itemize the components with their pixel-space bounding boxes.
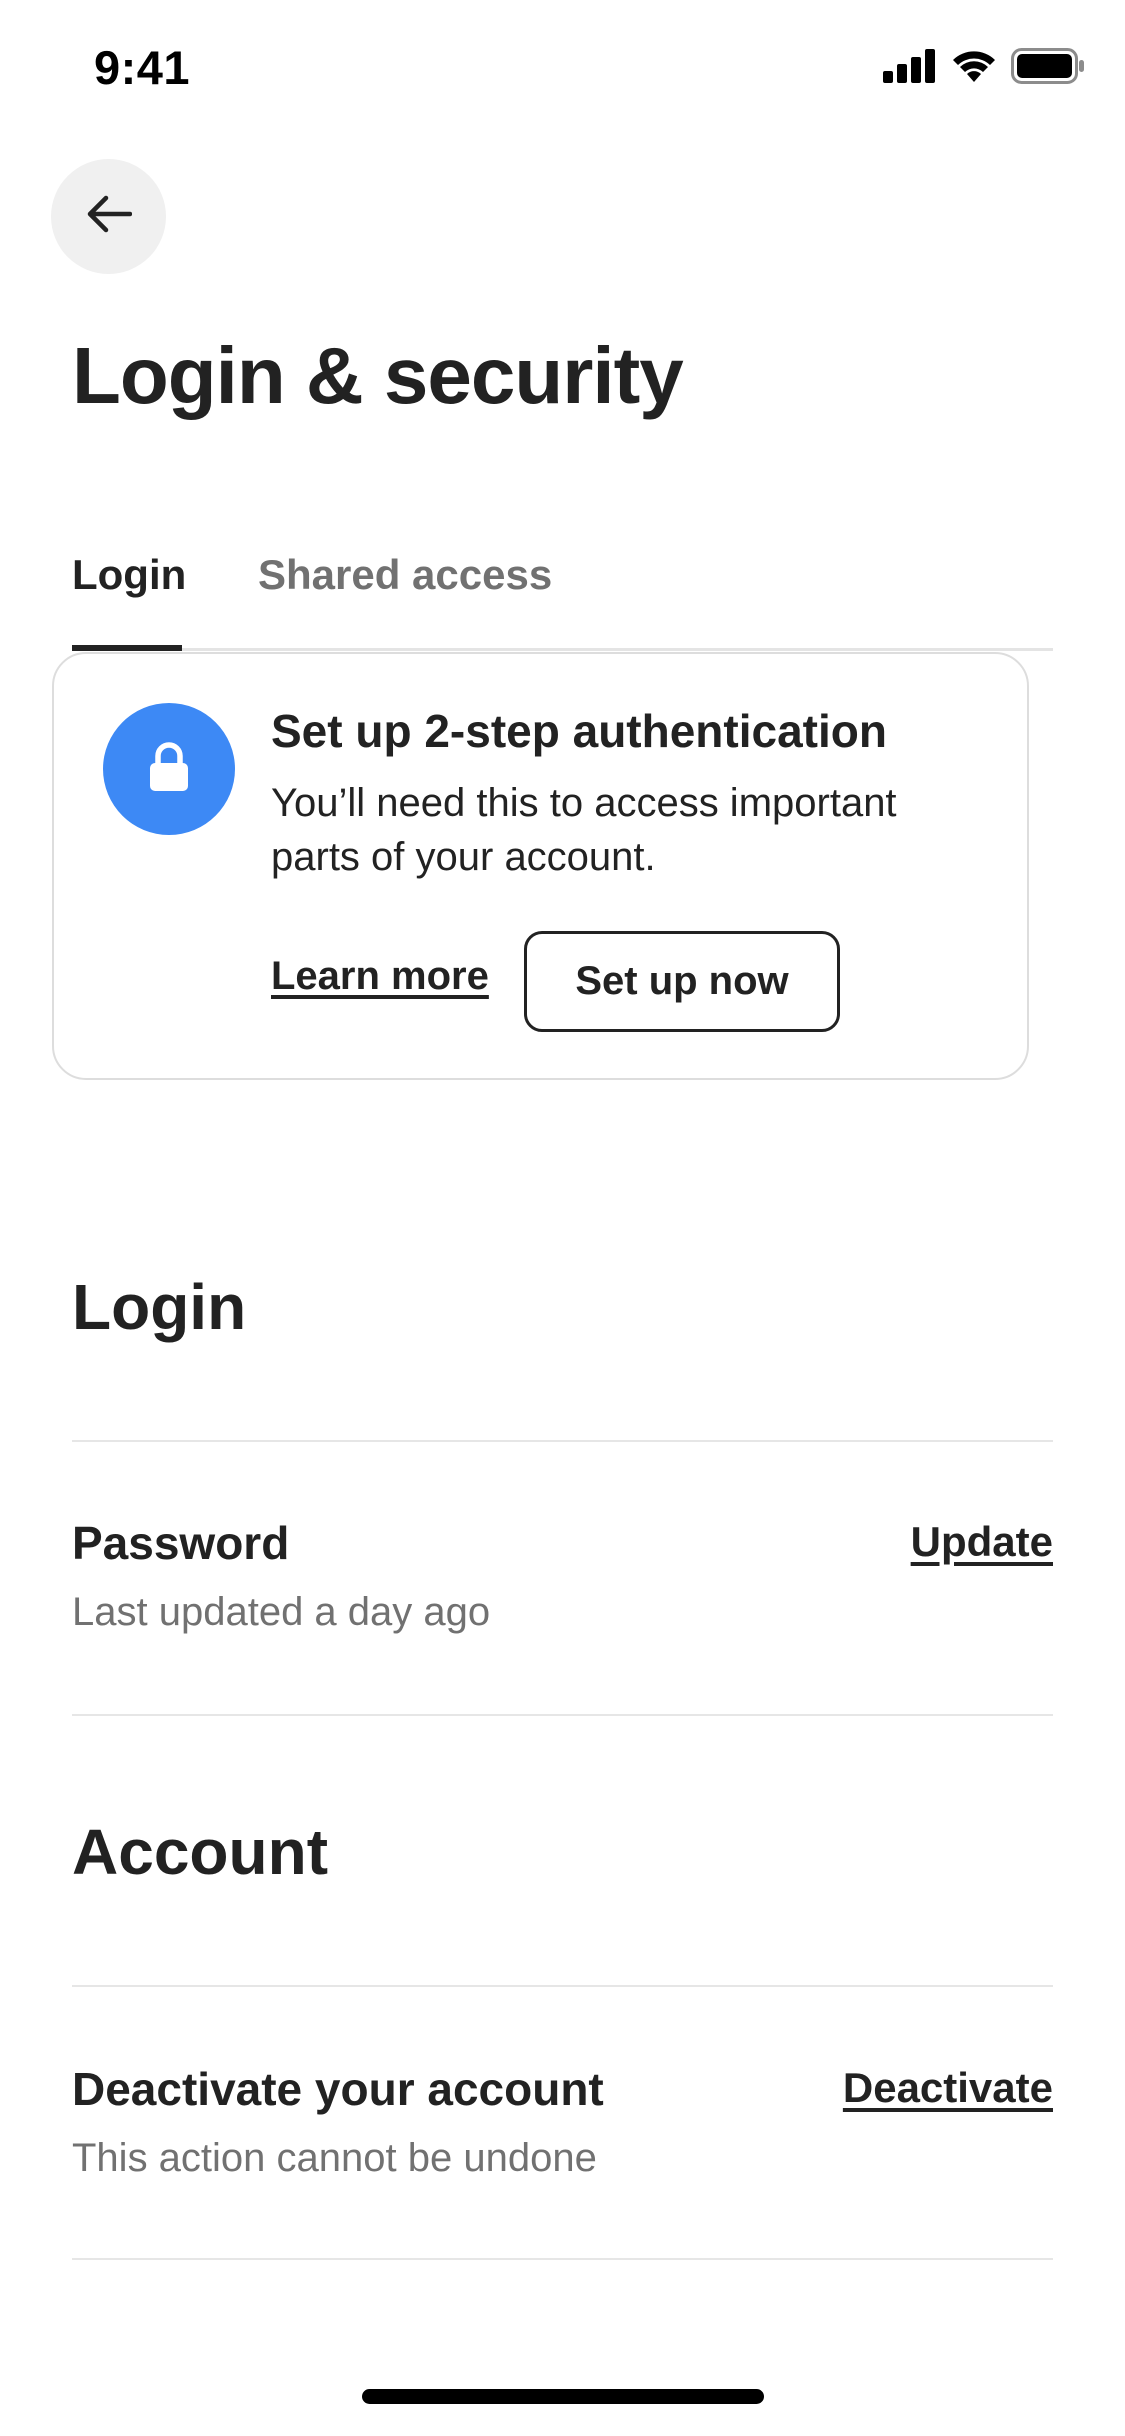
arrow-left-icon: [86, 194, 132, 239]
divider: [72, 1714, 1053, 1716]
tab-shared-access[interactable]: Shared access: [258, 540, 552, 648]
tab-login[interactable]: Login: [72, 540, 186, 651]
password-row-title: Password: [72, 1517, 290, 1569]
deactivate-row-title: Deactivate your account: [72, 2063, 604, 2115]
account-section-heading: Account: [72, 1816, 328, 1888]
lock-badge: [103, 703, 235, 835]
two-step-auth-card: Set up 2-step authentication You’ll need…: [52, 652, 1029, 1080]
deactivate-account-link[interactable]: Deactivate: [843, 2064, 1053, 2112]
back-button[interactable]: [51, 159, 166, 274]
update-password-link[interactable]: Update: [911, 1518, 1053, 1566]
auth-card-description: You’ll need this to access important par…: [271, 781, 897, 879]
login-section-heading: Login: [72, 1271, 247, 1343]
learn-more-link[interactable]: Learn more: [271, 954, 489, 999]
divider: [72, 1985, 1053, 1987]
wifi-icon: [951, 49, 997, 88]
auth-card-title: Set up 2-step authentication: [271, 705, 887, 757]
divider: [72, 1440, 1053, 1442]
set-up-now-button[interactable]: Set up now: [524, 931, 840, 1032]
battery-icon: [1011, 47, 1085, 89]
lock-icon: [148, 741, 190, 797]
status-time: 9:41: [94, 41, 191, 94]
cellular-signal-icon: [883, 48, 937, 88]
home-indicator: [362, 2389, 764, 2404]
password-row-subtitle: Last updated a day ago: [72, 1590, 491, 1634]
tab-bar: Login Shared access: [72, 540, 1053, 651]
divider: [72, 2258, 1053, 2260]
status-icons: [883, 47, 1085, 89]
deactivate-row-subtitle: This action cannot be undone: [72, 2136, 597, 2180]
status-bar: 9:41: [0, 0, 1125, 132]
page-title: Login & security: [72, 331, 684, 420]
